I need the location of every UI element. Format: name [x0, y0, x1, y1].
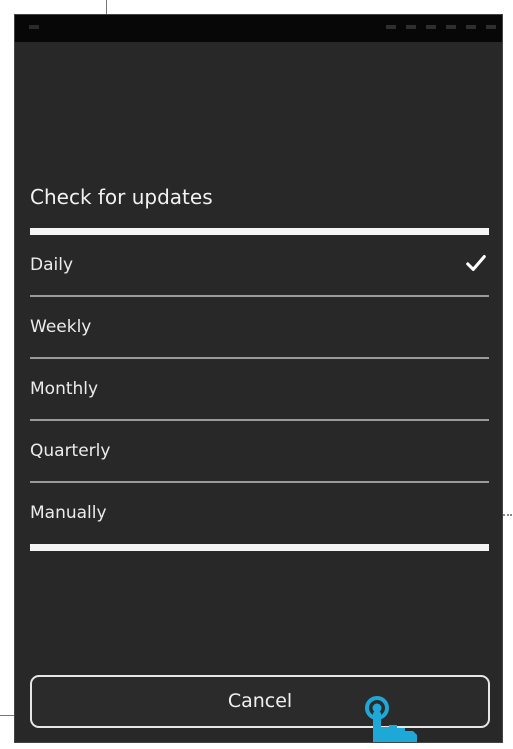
option-manually[interactable]: Manually — [30, 483, 489, 545]
option-label: Monthly — [30, 379, 99, 399]
callout-line-top — [106, 0, 107, 14]
callout-line-left — [0, 715, 14, 716]
options-list: Daily Weekly Monthly Quarterly Manually — [30, 235, 489, 545]
option-quarterly[interactable]: Quarterly — [30, 421, 489, 483]
device-frame: Check for updates Daily Weekly Monthly Q… — [14, 14, 503, 743]
option-label: Daily — [30, 255, 74, 275]
check-icon — [466, 255, 486, 271]
dialog-title: Check for updates — [30, 185, 213, 209]
status-icon — [486, 25, 496, 29]
touch-hand-icon — [365, 696, 417, 742]
status-indicator — [29, 25, 39, 29]
option-label: Quarterly — [30, 441, 111, 461]
status-icon — [466, 25, 476, 29]
status-icon — [446, 25, 456, 29]
dialog-divider-top — [30, 228, 489, 235]
option-monthly[interactable]: Monthly — [30, 359, 489, 421]
option-weekly[interactable]: Weekly — [30, 297, 489, 359]
option-daily[interactable]: Daily — [30, 235, 489, 297]
status-bar — [15, 15, 502, 42]
status-icon — [386, 25, 396, 29]
dialog-divider-bottom — [30, 544, 489, 551]
screen: Check for updates Daily Weekly Monthly Q… — [0, 0, 513, 749]
status-icons — [386, 25, 496, 29]
option-label: Manually — [30, 503, 107, 523]
status-icon — [426, 25, 436, 29]
option-label: Weekly — [30, 317, 92, 337]
status-icon — [406, 25, 416, 29]
